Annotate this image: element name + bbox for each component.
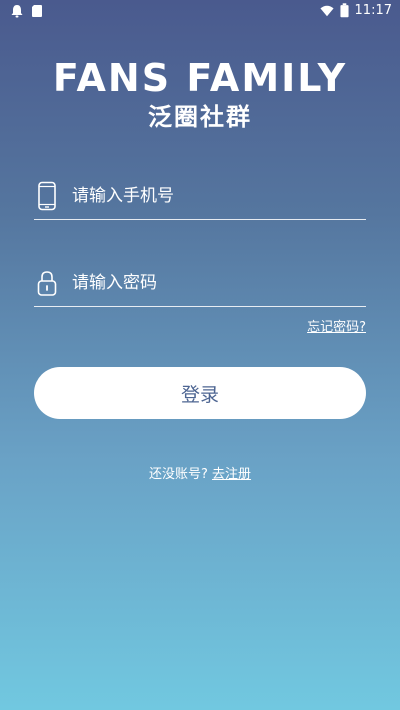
- brand-subtitle: 泛圈社群: [148, 103, 252, 131]
- status-time: 11:17: [354, 3, 392, 18]
- brand-title: FANS FAMILY: [52, 56, 348, 100]
- register-row: 还没账号? 去注册: [0, 463, 400, 482]
- phone-icon: [38, 181, 56, 210]
- phone-field: [34, 172, 366, 220]
- password-field: [34, 259, 366, 307]
- forgot-password-link[interactable]: 忘记密码?: [307, 316, 366, 335]
- lock-icon: [37, 270, 57, 296]
- phone-input[interactable]: [72, 185, 366, 206]
- status-right: 11:17: [319, 3, 392, 18]
- status-bar: 11:17: [0, 0, 400, 24]
- login-button[interactable]: 登录: [34, 367, 366, 419]
- battery-icon: [339, 3, 349, 18]
- register-link[interactable]: 去注册: [212, 467, 251, 482]
- wifi-icon: [319, 5, 334, 16]
- status-left: [10, 4, 44, 18]
- login-screen: 11:17 FANS FAMILY 泛圈社群 忘记密码? 登录 还没账号? 去注…: [0, 0, 400, 710]
- notification-bell-icon: [11, 5, 23, 18]
- sd-card-icon: [32, 5, 42, 17]
- brand-logo: FANS FAMILY 泛圈社群: [0, 56, 400, 132]
- register-prompt: 还没账号?: [148, 467, 208, 482]
- password-input[interactable]: [72, 272, 366, 293]
